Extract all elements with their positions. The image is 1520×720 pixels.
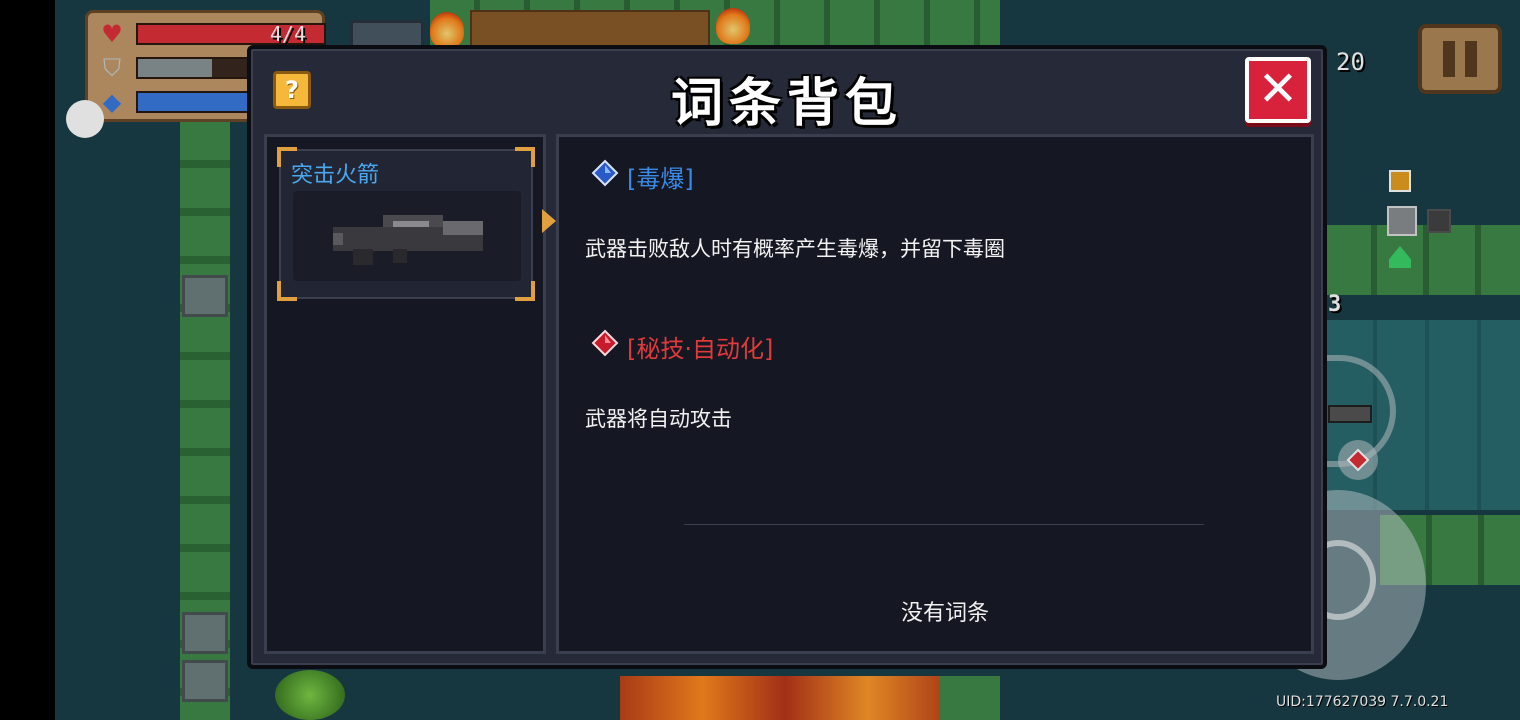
affix-title: [毒爆] [627,165,694,193]
rocket-rifle-icon [333,215,483,265]
weapon-name: 突击火箭 [291,163,380,188]
blue-gem-icon [591,159,619,187]
close-button[interactable]: ✕ [1245,57,1311,123]
weapon-card-selected[interactable]: 突击火箭 [277,147,535,301]
affix-description: 武器将自动攻击 [585,407,732,431]
affix-description: 武器击败敌人时有概率产生毒爆，并留下毒圈 [585,237,1005,261]
dialog-title: 词条背包 [670,74,903,134]
empty-affix-text: 没有词条 [900,601,989,626]
weapon-image [293,191,521,281]
affix-bag-dialog: ? 词条背包 ✕ 突击火箭 [毒爆] 武器击败敌人时有概率产生毒爆，并留下毒圈 … [247,45,1327,669]
red-gem-icon [591,329,619,357]
divider [684,524,1204,525]
affix-title: [秘技·自动化] [627,335,774,363]
weapon-list: 突击火箭 [264,134,556,654]
affix-detail-pane: [毒爆] 武器击败敌人时有概率产生毒爆，并留下毒圈 [秘技·自动化] 武器将自动… [556,134,1314,654]
selection-pointer-icon [542,209,556,233]
